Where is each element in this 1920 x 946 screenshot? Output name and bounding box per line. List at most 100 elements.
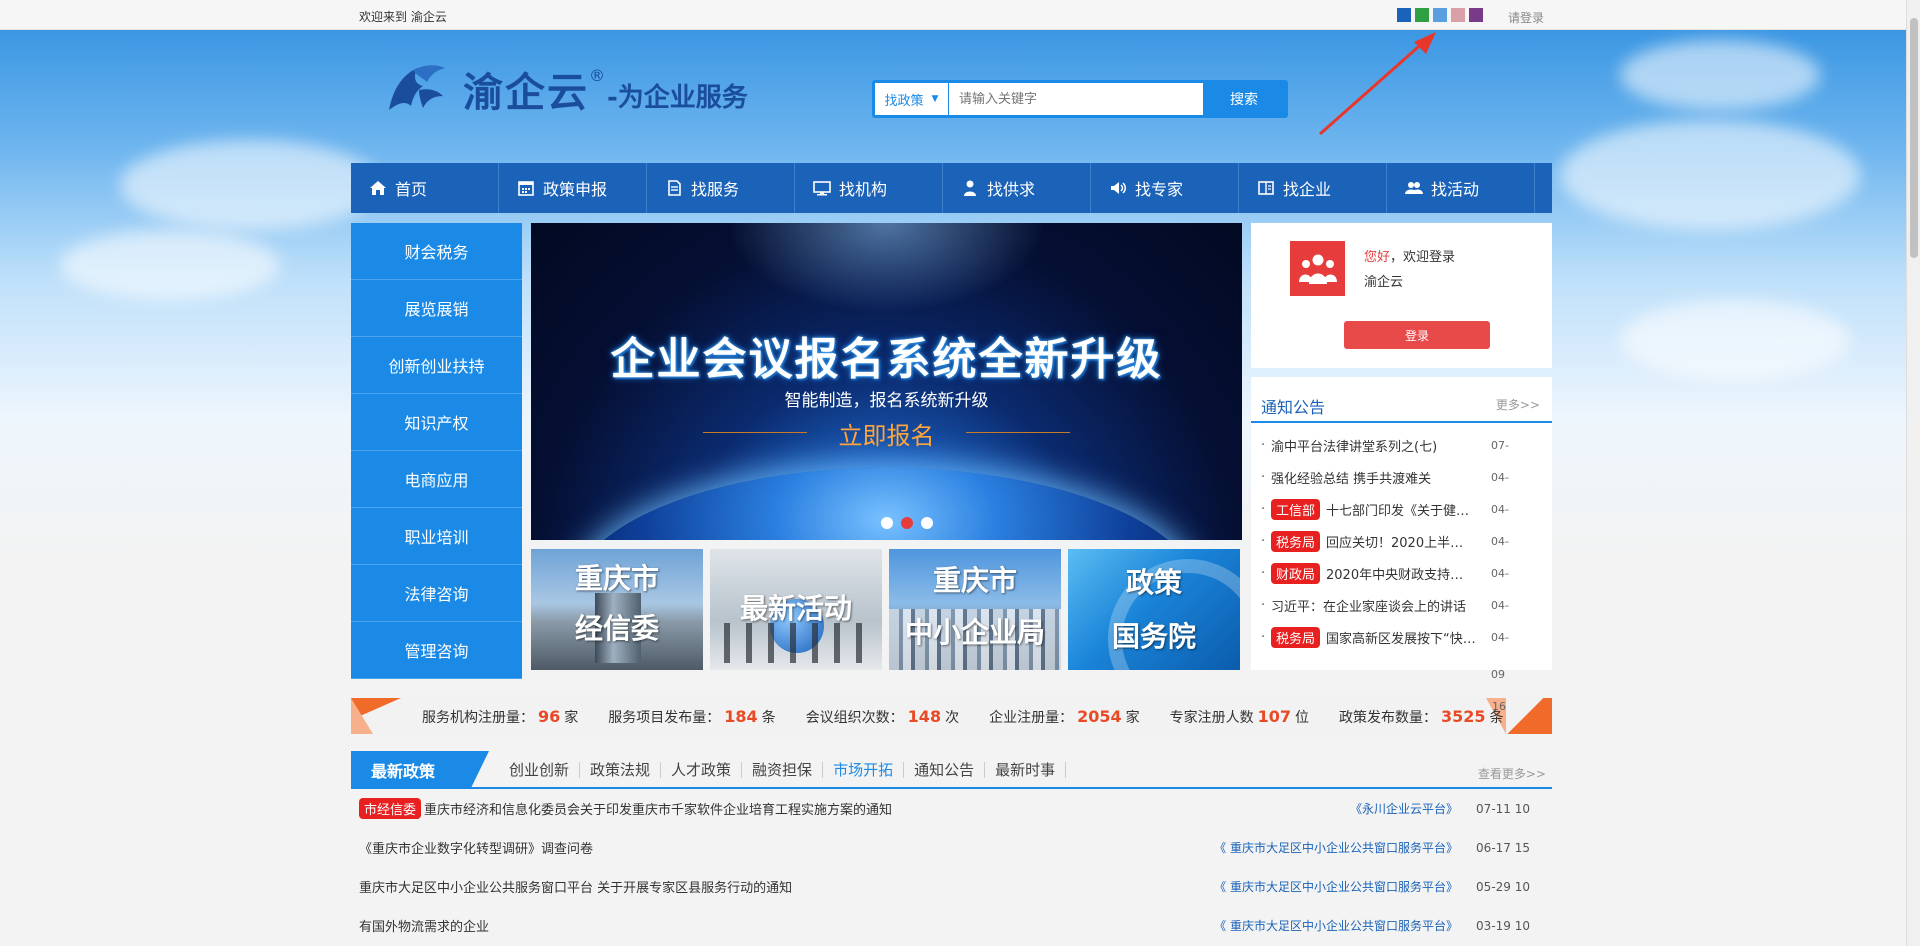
- tile-sme-bureau[interactable]: 重庆市 中小企业局: [889, 549, 1061, 670]
- banner-glow: [726, 223, 1046, 313]
- greeting: 您好，欢迎登录: [1364, 246, 1455, 265]
- tab-current-affairs[interactable]: 最新时事: [985, 761, 1067, 778]
- policy-source[interactable]: 《永川企业云平台》: [1350, 800, 1458, 817]
- brand-name: 渝企云: [463, 70, 589, 116]
- carousel-dot[interactable]: [921, 517, 933, 529]
- category-menu: 财会税务 展览展销 创新创业扶持 知识产权 电商应用 职业培训 法律咨询 管理咨…: [351, 223, 522, 679]
- notice-item[interactable]: · 渝中平台法律讲堂系列之(七) 07-: [1251, 429, 1552, 461]
- skin-swatch-pink[interactable]: [1451, 8, 1465, 22]
- main-nav: 首页 政策申报 找服务 找机构 找供求 找专家 找企业 找活动: [351, 163, 1552, 213]
- nav-item-services[interactable]: 找服务: [647, 163, 795, 213]
- scrollbar-thumb[interactable]: [1910, 18, 1918, 258]
- notice-text: 十七部门印发《关于健全支持中小企业发展制度的若干意见》: [1326, 503, 1476, 519]
- notice-item[interactable]: ·税务局回应关切！2020上半年减税降费04-: [1251, 525, 1552, 557]
- skin-swatch-purple[interactable]: [1469, 8, 1483, 22]
- skin-swatch-green[interactable]: [1415, 8, 1429, 22]
- user-login-box: 您好，欢迎登录 渝企云 登录: [1251, 223, 1552, 368]
- tab-financing[interactable]: 融资担保: [742, 761, 824, 778]
- tab-talent[interactable]: 人才政策: [661, 761, 743, 778]
- tile-line2: 国务院: [1111, 620, 1196, 653]
- banner-cta[interactable]: 立即报名: [531, 416, 1242, 451]
- notice-item[interactable]: ·财政局2020年中央财政支持社会化服务04-: [1251, 557, 1552, 589]
- category-item[interactable]: 知识产权: [351, 394, 522, 451]
- tab-innovation[interactable]: 创业创新: [499, 761, 581, 778]
- notice-text: 强化经验总结 携手共渡难关: [1271, 471, 1432, 487]
- tile-state-council[interactable]: 政策 国务院: [1068, 549, 1240, 670]
- category-item[interactable]: 财会税务: [351, 223, 522, 280]
- notice-item[interactable]: ·工信部十七部门印发《关于健全支持中小企业发展制度的若干意见》04-: [1251, 493, 1552, 525]
- greeting-highlight: 您好: [1364, 250, 1391, 265]
- policy-text: 有国外物流需求的企业: [359, 920, 490, 935]
- category-item[interactable]: 展览展销: [351, 280, 522, 337]
- hero-banner[interactable]: 企业会议报名系统全新升级 智能制造，报名系统新升级 立即报名: [531, 223, 1242, 540]
- tab-notices[interactable]: 通知公告: [904, 761, 986, 778]
- skin-swatch-lightblue[interactable]: [1433, 8, 1447, 22]
- stat-value: 107: [1257, 707, 1292, 726]
- notice-item[interactable]: · 习近平：在企业家座谈会上的讲话 04-: [1251, 589, 1552, 621]
- nav-item-enterprises[interactable]: 找企业: [1239, 163, 1387, 213]
- notice-date: 04-: [1491, 502, 1509, 516]
- person-icon: [961, 179, 979, 197]
- notice-more-link[interactable]: 更多>>: [1496, 396, 1540, 413]
- carousel-dots: [881, 517, 933, 529]
- tab-latest-policy[interactable]: 最新政策: [351, 751, 489, 788]
- nav-item-experts[interactable]: 找专家: [1091, 163, 1239, 213]
- notice-header: 通知公告 更多>>: [1251, 377, 1552, 423]
- greeting-welcome: ，欢迎登录: [1390, 250, 1456, 265]
- nav-label: 找服务: [691, 180, 740, 199]
- tab-regulations[interactable]: 政策法规: [580, 761, 662, 778]
- notice-text: 2020年中央财政支持社会化服务: [1326, 567, 1477, 583]
- search-input[interactable]: [949, 83, 1203, 115]
- policy-source[interactable]: 《 重庆市大足区中小企业公共窗口服务平台》: [1214, 917, 1458, 934]
- stat-value: 2054: [1077, 707, 1122, 726]
- login-button[interactable]: 登录: [1344, 321, 1490, 349]
- category-item[interactable]: 法律咨询: [351, 565, 522, 622]
- search-category-select[interactable]: 找政策 ▼: [875, 83, 949, 115]
- category-item[interactable]: 管理咨询: [351, 622, 522, 679]
- quick-link-tiles: 重庆市 经信委 最新活动 重庆市 中小企业局 政策 国务院: [531, 549, 1242, 670]
- notice-item[interactable]: ·税务局国家高新区发展按下“快进键”04-: [1251, 621, 1552, 653]
- category-item[interactable]: 电商应用: [351, 451, 522, 508]
- category-item[interactable]: 职业培训: [351, 508, 522, 565]
- policy-item[interactable]: 市经信委 重庆市经济和信息化委员会关于印发重庆市千家软件企业培育工程实施方案的通知…: [351, 789, 1552, 828]
- nav-label: 找机构: [839, 180, 888, 199]
- policy-item[interactable]: 有国外物流需求的企业 《 重庆市大足区中小企业公共窗口服务平台》 03-19 10: [351, 906, 1552, 945]
- tile-economic-commission[interactable]: 重庆市 经信委: [531, 549, 703, 670]
- policy-more-link[interactable]: 查看更多>>: [1478, 765, 1546, 782]
- nav-item-activities[interactable]: 找活动: [1387, 163, 1535, 213]
- annotation-arrow-icon: [1319, 32, 1436, 136]
- stats-strip: 16 服务机构注册量： 96 家 服务项目发布量： 184 条 会议组织次数： 148 次 …: [351, 698, 1552, 734]
- policy-item[interactable]: 《重庆市企业数字化转型调研》调查问卷 《 重庆市大足区中小企业公共窗口服务平台》 0…: [351, 828, 1552, 867]
- nav-label: 找专家: [1135, 180, 1184, 199]
- site-logo[interactable]: 渝企云 ® -为企业服务: [383, 60, 748, 118]
- banner-subtitle: 智能制造，报名系统新升级: [784, 391, 989, 411]
- policy-source[interactable]: 《 重庆市大足区中小企业公共窗口服务平台》: [1214, 839, 1458, 856]
- skin-swatch-blue[interactable]: [1397, 8, 1411, 22]
- search-button[interactable]: 搜索: [1203, 89, 1285, 109]
- notice-date: 07-: [1491, 438, 1509, 452]
- policy-source[interactable]: 《 重庆市大足区中小企业公共窗口服务平台》: [1214, 878, 1458, 895]
- notice-title: 通知公告: [1261, 398, 1326, 417]
- carousel-dot[interactable]: [881, 517, 893, 529]
- cloud-decoration: [60, 230, 280, 300]
- nav-item-supply-demand[interactable]: 找供求: [943, 163, 1091, 213]
- carousel-dot-active[interactable]: [901, 517, 913, 529]
- login-link[interactable]: 请登录: [1508, 9, 1544, 26]
- policy-tag: 市经信委: [359, 798, 422, 819]
- nav-item-home[interactable]: 首页: [351, 163, 499, 213]
- nav-item-policy-apply[interactable]: 政策申报: [499, 163, 647, 213]
- nav-label: 找供求: [987, 180, 1036, 199]
- notice-date: 04-: [1491, 566, 1509, 580]
- tile-latest-activities[interactable]: 最新活动: [710, 549, 882, 670]
- stat-item: 会议组织次数： 148 次: [805, 707, 960, 726]
- tab-market[interactable]: 市场开拓: [823, 761, 905, 778]
- notice-item[interactable]: · 强化经验总结 携手共渡难关 04-: [1251, 461, 1552, 493]
- nav-item-institutions[interactable]: 找机构: [795, 163, 943, 213]
- policy-item[interactable]: 重庆市大足区中小企业公共服务窗口平台 关于开展专家区县服务行动的通知 《 重庆市大…: [351, 867, 1552, 906]
- page-scrollbar[interactable]: [1906, 0, 1920, 946]
- banner-title: 企业会议报名系统全新升级: [610, 334, 1163, 385]
- stats-row: 服务机构注册量： 96 家 服务项目发布量： 184 条 会议组织次数： 148 次 企业注…: [422, 707, 1534, 727]
- category-item[interactable]: 创新创业扶持: [351, 337, 522, 394]
- notice-overflow-date: 09: [1491, 668, 1505, 681]
- notice-date: 04-: [1491, 470, 1509, 484]
